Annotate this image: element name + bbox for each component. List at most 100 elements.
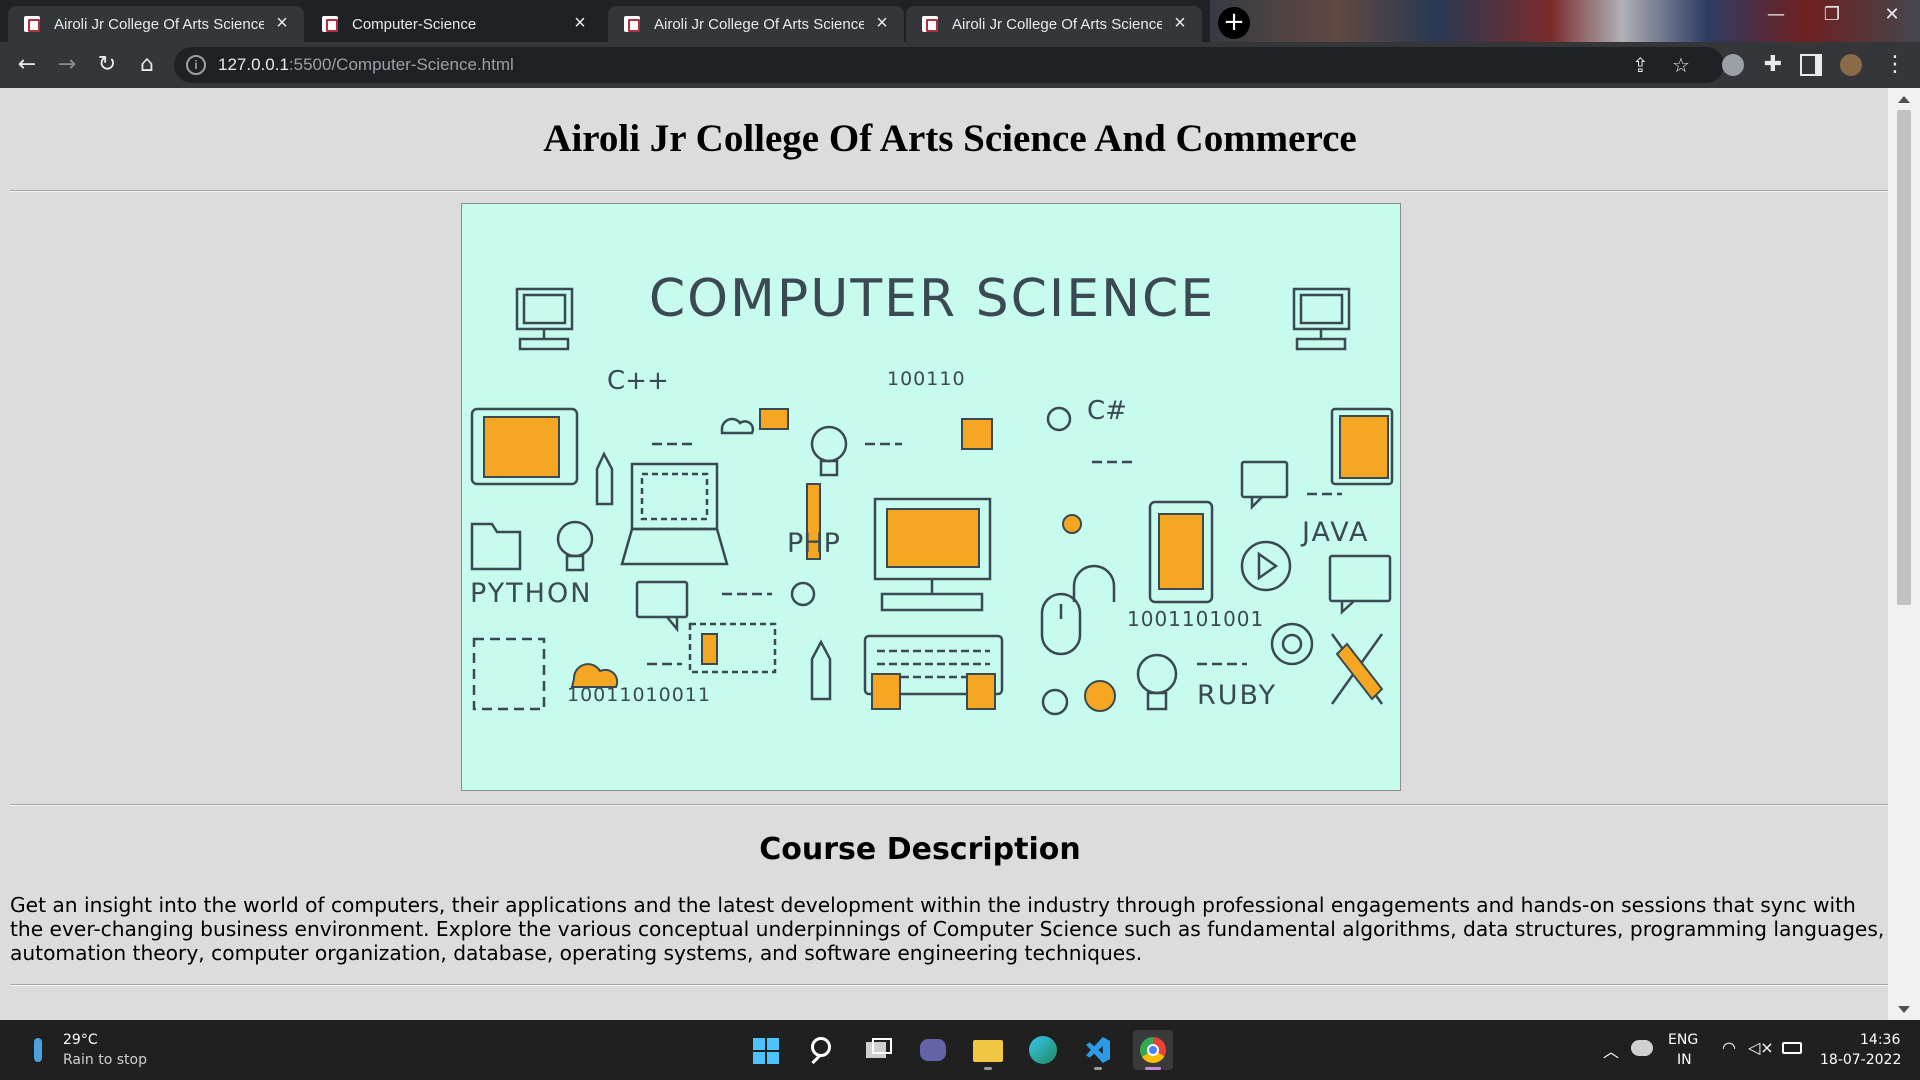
forward-icon[interactable]: → bbox=[52, 50, 82, 80]
folder-icon bbox=[470, 522, 522, 571]
edge-icon[interactable] bbox=[1023, 1030, 1063, 1070]
site-info-icon[interactable]: i bbox=[186, 55, 206, 75]
hammer-icon bbox=[1335, 642, 1384, 701]
banner-label-csharp: C# bbox=[1087, 396, 1127, 426]
language-indicator[interactable]: ENG bbox=[1668, 1032, 1698, 1048]
close-tab-icon[interactable]: × bbox=[1170, 13, 1190, 34]
url-text[interactable]: 127.0.0.1:5500/Computer-Science.html bbox=[218, 55, 514, 75]
pencil-icon bbox=[595, 451, 614, 506]
back-icon[interactable]: ← bbox=[12, 50, 42, 80]
new-tab-button[interactable]: + bbox=[1218, 7, 1250, 39]
right-hand-icon bbox=[966, 673, 996, 710]
site-favicon bbox=[322, 16, 338, 32]
scroll-down-icon[interactable] bbox=[1898, 1006, 1910, 1013]
banner-illustration: COMPUTER SCIENCE C++ 100110 C# PHP JAVA … bbox=[470, 269, 1394, 716]
home-icon[interactable]: ⌂ bbox=[132, 50, 162, 80]
tab-1[interactable]: Airoli Jr College Of Arts Science A × bbox=[8, 6, 304, 42]
banner-label-binary: 1001101001 bbox=[1127, 607, 1264, 631]
chat-bubble-icon bbox=[635, 580, 689, 633]
windows-taskbar: 29°C Rain to stop ︿ ENG IN ◠ ◁× 14:36 18… bbox=[0, 1020, 1920, 1080]
banner-label-binary: 10011010011 bbox=[567, 684, 711, 706]
play-icon bbox=[1240, 540, 1292, 592]
share-icon[interactable]: ⇪ bbox=[1632, 53, 1649, 77]
reload-icon[interactable]: ↻ bbox=[92, 50, 122, 80]
orange-gear-icon bbox=[1062, 514, 1082, 534]
page-viewport: Airoli Jr College Of Arts Science And Co… bbox=[0, 88, 1888, 1020]
gear-icon bbox=[1046, 406, 1072, 432]
left-hand-icon bbox=[871, 673, 901, 710]
course-description: Get an insight into the world of compute… bbox=[10, 893, 1885, 965]
tab-title: Airoli Jr College Of Arts Science A bbox=[54, 15, 264, 33]
battery-icon[interactable] bbox=[1782, 1042, 1802, 1054]
monitor-icon bbox=[1292, 287, 1351, 351]
region-indicator[interactable]: IN bbox=[1677, 1052, 1692, 1068]
start-icon[interactable] bbox=[747, 1030, 787, 1070]
weather-text[interactable]: Rain to stop bbox=[63, 1052, 147, 1068]
task-view-icon[interactable] bbox=[858, 1030, 898, 1070]
wifi-icon[interactable]: ◠ bbox=[1722, 1038, 1736, 1057]
profile-avatar[interactable] bbox=[1840, 54, 1862, 76]
desktop-screen bbox=[886, 508, 980, 568]
extension-icon[interactable] bbox=[1722, 54, 1744, 76]
chat-icon[interactable] bbox=[913, 1030, 953, 1070]
tab-title: Airoli Jr College Of Arts Science A bbox=[654, 15, 864, 33]
site-favicon bbox=[24, 16, 40, 32]
search-icon[interactable] bbox=[803, 1030, 843, 1070]
circuit-icon bbox=[472, 637, 546, 711]
menu-icon[interactable]: ⋮ bbox=[1880, 50, 1910, 80]
close-tab-icon[interactable]: × bbox=[872, 13, 892, 34]
address-bar[interactable]: i 127.0.0.1:5500/Computer-Science.html ⇪… bbox=[174, 47, 1724, 83]
cloud-icon bbox=[720, 417, 755, 435]
close-tab-icon[interactable]: × bbox=[570, 13, 590, 34]
vscode-icon[interactable] bbox=[1078, 1030, 1118, 1070]
tab-4[interactable]: Airoli Jr College Of Arts Science A × bbox=[906, 6, 1202, 42]
tab-2[interactable]: Computer-Science × bbox=[306, 6, 602, 42]
tab-3[interactable]: Airoli Jr College Of Arts Science A × bbox=[608, 6, 904, 42]
show-hidden-icons[interactable]: ︿ bbox=[1603, 1038, 1619, 1062]
divider bbox=[10, 804, 1888, 806]
onedrive-icon[interactable] bbox=[1631, 1040, 1653, 1056]
banner-label-ruby: RUBY bbox=[1197, 680, 1277, 711]
tablet-screen bbox=[483, 416, 560, 478]
mail-icon bbox=[759, 408, 789, 430]
weather-temp[interactable]: 29°C bbox=[63, 1032, 98, 1048]
chat-bubble-icon bbox=[1328, 554, 1392, 615]
chip-icon bbox=[961, 418, 993, 450]
lightbulb-icon bbox=[1136, 653, 1178, 711]
clock-date[interactable]: 18-07-2022 bbox=[1820, 1052, 1901, 1068]
weather-icon[interactable] bbox=[34, 1038, 42, 1062]
page-scrollbar[interactable] bbox=[1888, 88, 1920, 1020]
divider bbox=[10, 984, 1888, 986]
scroll-up-icon[interactable] bbox=[1898, 96, 1910, 103]
extensions-puzzle-icon[interactable]: ✚ bbox=[1758, 50, 1788, 80]
divider bbox=[10, 190, 1888, 192]
mouse-icon bbox=[1040, 592, 1082, 656]
person-icon bbox=[701, 633, 718, 665]
clock-time[interactable]: 14:36 bbox=[1860, 1032, 1900, 1048]
chrome-icon[interactable] bbox=[1133, 1030, 1173, 1070]
restore-icon[interactable]: ❐ bbox=[1812, 4, 1852, 25]
minimize-icon[interactable]: — bbox=[1756, 4, 1796, 25]
bookmark-star-icon[interactable]: ☆ bbox=[1672, 53, 1690, 77]
banner-label-php: PHP bbox=[787, 528, 840, 559]
speaker-muted-icon[interactable]: ◁× bbox=[1748, 1038, 1774, 1057]
banner-label-python: PYTHON bbox=[470, 578, 592, 609]
close-window-icon[interactable]: ✕ bbox=[1872, 4, 1912, 25]
site-favicon bbox=[922, 16, 938, 32]
file-explorer-icon[interactable] bbox=[968, 1030, 1008, 1070]
book-cover bbox=[1339, 415, 1389, 479]
section-title: Course Description bbox=[759, 832, 1081, 867]
banner-label-cpp: C++ bbox=[607, 366, 669, 396]
side-panel-icon[interactable] bbox=[1800, 54, 1822, 76]
scrollbar-thumb[interactable] bbox=[1897, 110, 1911, 605]
headphones-icon bbox=[1072, 564, 1116, 602]
laptop-icon bbox=[620, 462, 729, 566]
computer-science-banner: COMPUTER SCIENCE C++ 100110 C# PHP JAVA … bbox=[461, 203, 1401, 791]
site-favicon bbox=[624, 16, 640, 32]
page-title: Airoli Jr College Of Arts Science And Co… bbox=[543, 117, 1357, 160]
orange-gear-icon bbox=[1084, 680, 1116, 712]
chat-bubble-icon bbox=[1240, 460, 1289, 511]
tab-title: Airoli Jr College Of Arts Science A bbox=[952, 15, 1162, 33]
close-tab-icon[interactable]: × bbox=[272, 13, 292, 34]
gear-icon bbox=[790, 581, 816, 607]
